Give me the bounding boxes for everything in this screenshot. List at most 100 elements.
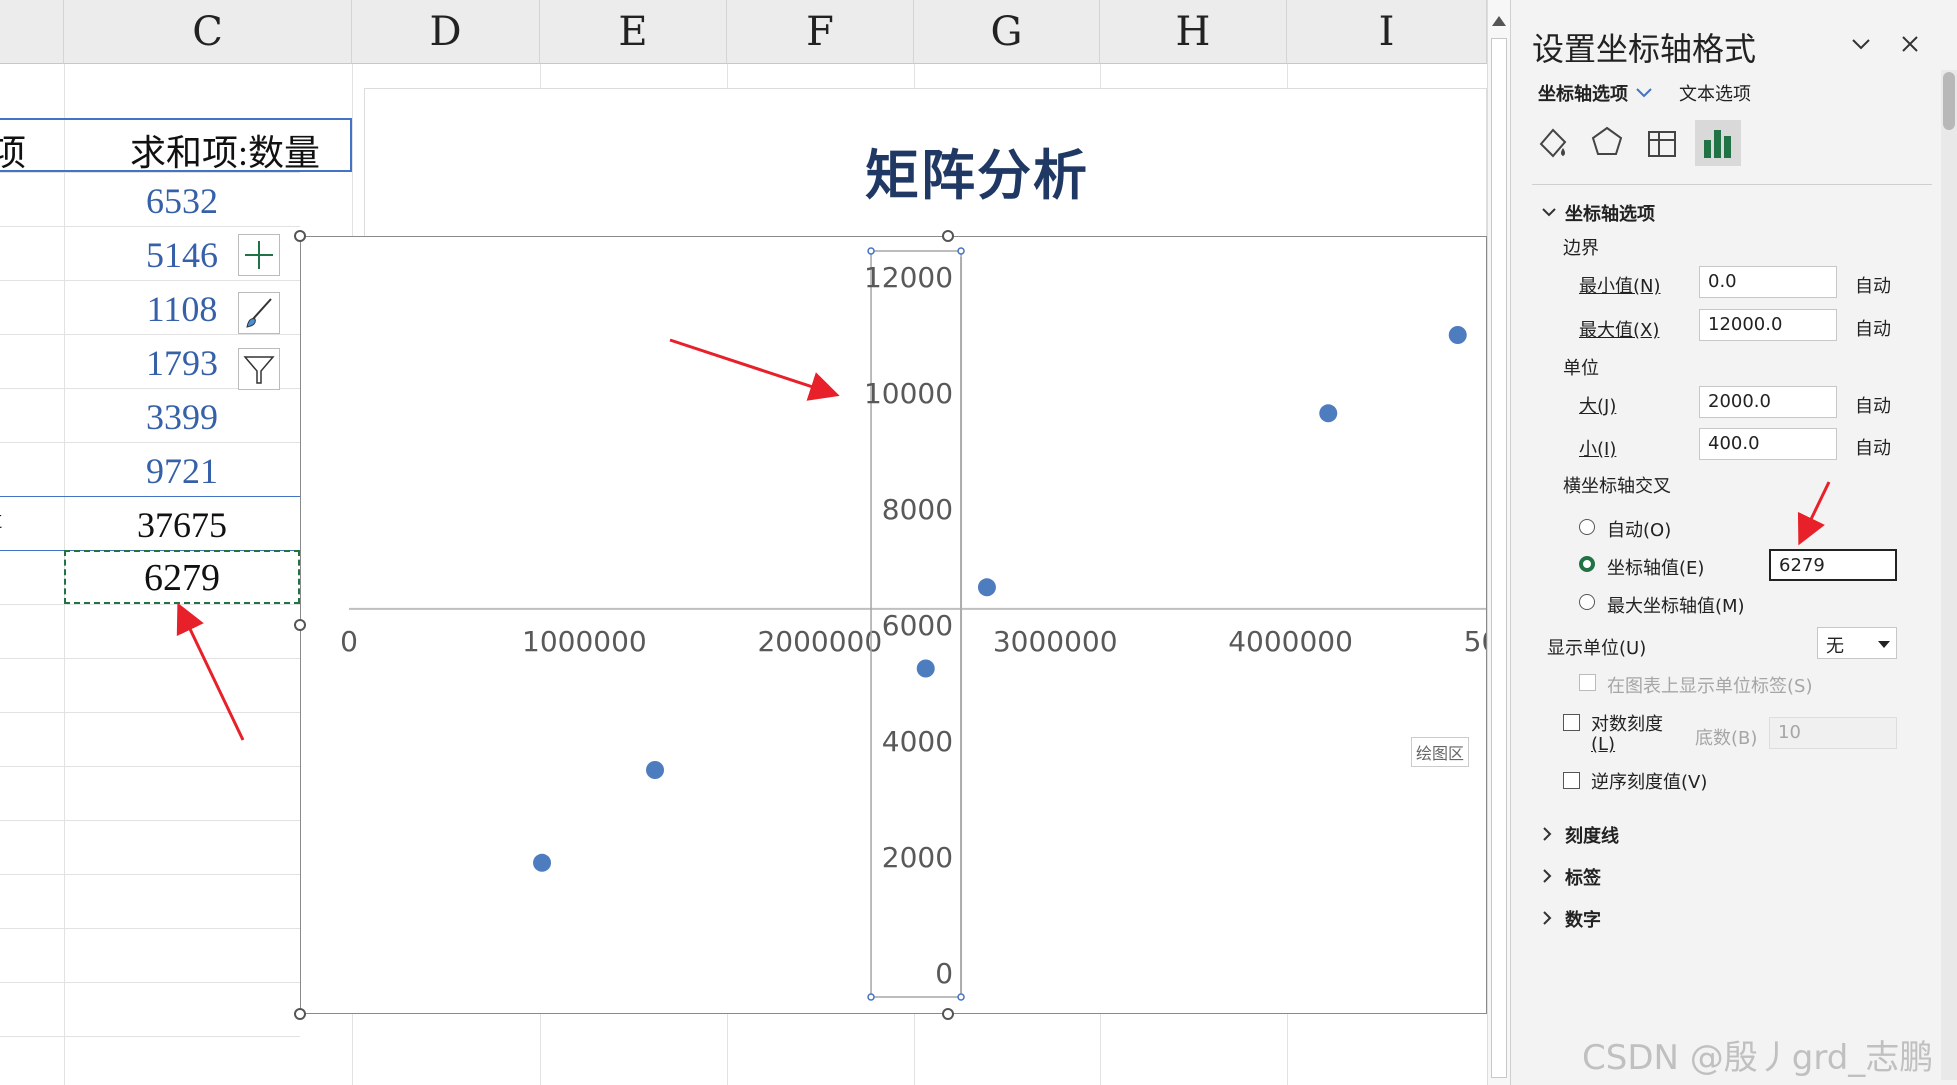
column-header-d[interactable]: D	[352, 0, 540, 64]
minimum-input[interactable]: 0.0	[1699, 266, 1837, 298]
close-icon[interactable]	[1898, 32, 1922, 56]
chevron-down-icon[interactable]	[1541, 204, 1557, 220]
y-axis-selection-handle	[867, 993, 875, 1001]
chevron-right-icon[interactable]	[1539, 868, 1555, 884]
y-tick-label: 6000	[882, 609, 953, 642]
chevron-right-icon[interactable]	[1539, 910, 1555, 926]
resize-handle[interactable]	[294, 1008, 306, 1020]
y-tick-label: 2000	[882, 841, 953, 874]
column-header-b[interactable]	[0, 0, 64, 64]
column-header-h[interactable]: H	[1100, 0, 1287, 64]
y-tick-label: 0	[935, 957, 953, 990]
column-header-f[interactable]: F	[727, 0, 914, 64]
display-units-select[interactable]: 无	[1817, 627, 1897, 659]
y-tick-label: 12000	[864, 261, 953, 294]
log-base-label: 底数(B)	[1695, 728, 1758, 749]
pivot-header-sum-quantity[interactable]: 求和项:数量	[100, 124, 350, 176]
section-tick-marks[interactable]: 刻度线	[1565, 822, 1619, 848]
log-base-input[interactable]: 10	[1769, 717, 1897, 749]
major-unit-auto-button[interactable]: 自动	[1855, 392, 1891, 418]
column-header-c[interactable]: C	[64, 0, 352, 64]
resize-handle[interactable]	[942, 1008, 954, 1020]
value-cell[interactable]: 9721	[64, 450, 300, 492]
red-arrow	[176, 602, 245, 741]
column-header-e[interactable]: E	[540, 0, 727, 64]
scatter-point	[916, 659, 935, 678]
selected-cell-value[interactable]: 6279	[64, 556, 300, 600]
y-tick-label: 8000	[882, 493, 953, 526]
chevron-down-icon[interactable]	[1849, 32, 1873, 56]
resize-handle[interactable]	[294, 619, 306, 631]
y-tick-label: 10000	[864, 377, 953, 410]
plot-area-tooltip: 绘图区	[1411, 737, 1470, 767]
chart-styles-button[interactable]	[238, 292, 280, 334]
reverse-order-checkbox[interactable]	[1563, 772, 1580, 789]
crosses-max-label[interactable]: 最大坐标轴值(M)	[1607, 592, 1745, 618]
column-header-i[interactable]: I	[1287, 0, 1487, 64]
crosses-value-radio[interactable]	[1579, 556, 1595, 572]
section-labels[interactable]: 标签	[1565, 864, 1601, 890]
display-units-value: 无	[1826, 636, 1844, 657]
section-axis-options[interactable]: 坐标轴选项	[1565, 200, 1655, 226]
minor-unit-input[interactable]: 400.0	[1699, 428, 1837, 460]
pane-scrollbar-thumb[interactable]	[1943, 72, 1955, 130]
chart-filters-button[interactable]	[238, 348, 280, 390]
tab-axis-options-label: 坐标轴选项	[1538, 84, 1628, 105]
x-tick-label: 3000000	[993, 625, 1118, 658]
fill-line-icon[interactable]	[1533, 122, 1573, 162]
crosses-value-label[interactable]: 坐标轴值(E)	[1607, 554, 1704, 580]
crosses-value-input[interactable]: 6279	[1769, 549, 1897, 581]
minor-unit-auto-button[interactable]: 自动	[1855, 434, 1891, 460]
plus-icon	[245, 241, 273, 269]
resize-handle[interactable]	[942, 230, 954, 242]
major-unit-input[interactable]: 2000.0	[1699, 386, 1837, 418]
reverse-order-label[interactable]: 逆序刻度值(V)	[1591, 768, 1707, 794]
log-scale-label-shortcut[interactable]: (L)	[1591, 734, 1615, 755]
maximum-auto-button[interactable]: 自动	[1855, 315, 1891, 341]
effects-pentagon-icon[interactable]	[1587, 122, 1627, 162]
total-cell[interactable]: 37675	[64, 504, 300, 546]
value-cell[interactable]: 3399	[64, 396, 300, 438]
resize-handle[interactable]	[294, 230, 306, 242]
brush-icon	[246, 298, 272, 328]
scatter-point	[646, 761, 665, 779]
chart-title-box[interactable]: 矩阵分析	[364, 88, 1487, 238]
crosses-max-radio[interactable]	[1579, 594, 1595, 610]
pane-scrollbar[interactable]	[1941, 70, 1957, 1080]
chart-area[interactable]: 0 1000000 2000000 3000000 4000000 5000000 0 200…	[300, 236, 1487, 1014]
y-axis-selection-handle	[867, 247, 875, 255]
x-tick-label: 5000000	[1464, 625, 1488, 658]
maximum-label: 最大值(X)	[1579, 320, 1660, 341]
show-units-label-checkbox[interactable]	[1579, 674, 1596, 691]
axis-options-category-button[interactable]	[1695, 120, 1741, 166]
red-arrow	[1797, 481, 1831, 546]
bounds-label: 边界	[1563, 238, 1599, 259]
crosses-auto-radio[interactable]	[1579, 519, 1595, 535]
y-axis-selection-handle	[957, 993, 965, 1001]
log-scale-checkbox[interactable]	[1563, 714, 1580, 731]
value-cell[interactable]: 6532	[64, 180, 300, 222]
format-axis-pane[interactable]: 设置坐标轴格式 坐标轴选项 文本选项 坐标轴选项 边界 最小值(N) 0.0 自…	[1510, 0, 1957, 1085]
scroll-up-arrow[interactable]	[1492, 16, 1506, 26]
minimum-auto-button[interactable]: 自动	[1855, 272, 1891, 298]
scatter-plot[interactable]: 0 1000000 2000000 3000000 4000000 5000000 0 200…	[301, 237, 1488, 1015]
chevron-right-icon[interactable]	[1539, 826, 1555, 842]
spreadsheet[interactable]: C D E F G H I 项 求和项:数量 6532 5146 1108 17…	[0, 0, 1487, 1085]
chart-title[interactable]: 矩阵分析	[865, 131, 1089, 210]
crosses-auto-label[interactable]: 自动(O)	[1607, 516, 1671, 542]
chart-elements-button[interactable]	[238, 234, 280, 276]
log-scale-label[interactable]: 对数刻度	[1591, 710, 1663, 736]
column-header-g[interactable]: G	[914, 0, 1100, 64]
bar-chart-icon	[1704, 130, 1731, 158]
major-unit-label: 大(J)	[1579, 396, 1617, 417]
x-tick-label: 4000000	[1228, 625, 1353, 658]
scrollbar-thumb[interactable]	[1491, 38, 1507, 1078]
size-properties-icon[interactable]	[1641, 122, 1681, 162]
scatter-point	[533, 853, 552, 872]
tab-text-options[interactable]: 文本选项	[1679, 80, 1751, 106]
tab-axis-options[interactable]: 坐标轴选项	[1538, 80, 1654, 106]
maximum-input[interactable]: 12000.0	[1699, 309, 1837, 341]
horizontal-axis-crosses-label: 横坐标轴交叉	[1563, 476, 1671, 497]
section-number[interactable]: 数字	[1565, 906, 1601, 932]
vertical-scrollbar[interactable]	[1487, 0, 1511, 1085]
